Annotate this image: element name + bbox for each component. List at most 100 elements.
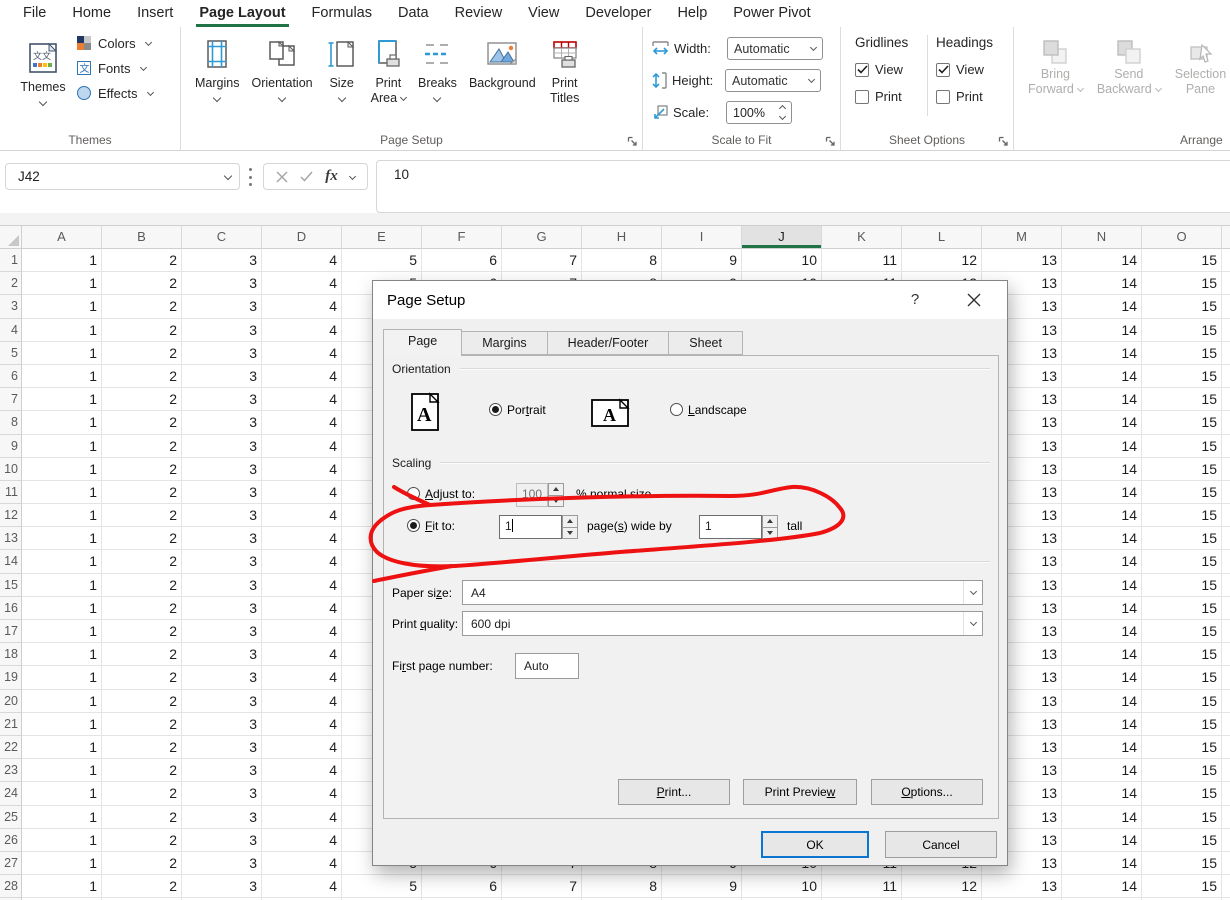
- grid-cell[interactable]: [1222, 875, 1230, 898]
- margins-button[interactable]: Margins: [189, 29, 245, 129]
- first-page-number-input[interactable]: Auto: [515, 653, 579, 679]
- grid-cell[interactable]: 4: [262, 504, 342, 527]
- grid-cell[interactable]: 2: [102, 249, 182, 272]
- grid-cell[interactable]: 1: [22, 550, 102, 573]
- grid-cell[interactable]: 4: [262, 829, 342, 852]
- grid-cell[interactable]: [1222, 574, 1230, 597]
- grid-cell[interactable]: 3: [182, 295, 262, 318]
- row-header[interactable]: 19: [0, 666, 22, 689]
- row-header[interactable]: 6: [0, 365, 22, 388]
- grid-cell[interactable]: [1222, 666, 1230, 689]
- grid-cell[interactable]: 10: [742, 249, 822, 272]
- grid-cell[interactable]: 4: [262, 295, 342, 318]
- row-header[interactable]: 20: [0, 690, 22, 713]
- grid-cell[interactable]: [1222, 319, 1230, 342]
- print-titles-button[interactable]: Print Titles: [542, 29, 588, 129]
- insert-function-icon[interactable]: fx: [325, 168, 338, 185]
- column-header[interactable]: C: [182, 226, 262, 249]
- grid-cell[interactable]: 15: [1142, 481, 1222, 504]
- grid-cell[interactable]: 14: [1062, 597, 1142, 620]
- column-header[interactable]: F: [422, 226, 502, 249]
- row-header[interactable]: 15: [0, 574, 22, 597]
- grid-cell[interactable]: 11: [822, 875, 902, 898]
- grid-cell[interactable]: 15: [1142, 829, 1222, 852]
- grid-cell[interactable]: [1222, 435, 1230, 458]
- grid-cell[interactable]: 15: [1142, 319, 1222, 342]
- grid-cell[interactable]: 14: [1062, 690, 1142, 713]
- grid-cell[interactable]: 3: [182, 249, 262, 272]
- column-header[interactable]: H: [582, 226, 662, 249]
- column-header[interactable]: O: [1142, 226, 1222, 249]
- row-header[interactable]: 1: [0, 249, 22, 272]
- ribbon-tab-data[interactable]: Data: [385, 0, 442, 27]
- grid-cell[interactable]: 4: [262, 411, 342, 434]
- fit-tall-spinner[interactable]: [762, 515, 778, 539]
- grid-cell[interactable]: 4: [262, 342, 342, 365]
- grid-cell[interactable]: 4: [262, 458, 342, 481]
- grid-cell[interactable]: 4: [262, 527, 342, 550]
- grid-cell[interactable]: 14: [1062, 249, 1142, 272]
- row-header[interactable]: 22: [0, 736, 22, 759]
- grid-cell[interactable]: 1: [22, 713, 102, 736]
- grid-cell[interactable]: 14: [1062, 527, 1142, 550]
- ok-button[interactable]: OK: [761, 831, 869, 858]
- grid-cell[interactable]: 4: [262, 388, 342, 411]
- grid-cell[interactable]: 14: [1062, 620, 1142, 643]
- grid-cell[interactable]: 6: [422, 249, 502, 272]
- grid-cell[interactable]: 15: [1142, 666, 1222, 689]
- grid-cell[interactable]: 14: [1062, 875, 1142, 898]
- row-header[interactable]: 23: [0, 759, 22, 782]
- grid-cell[interactable]: [1222, 736, 1230, 759]
- grid-cell[interactable]: 15: [1142, 365, 1222, 388]
- column-header[interactable]: D: [262, 226, 342, 249]
- grid-cell[interactable]: 4: [262, 272, 342, 295]
- grid-cell[interactable]: 1: [22, 829, 102, 852]
- row-header[interactable]: 12: [0, 504, 22, 527]
- grid-cell[interactable]: 3: [182, 481, 262, 504]
- grid-cell[interactable]: 3: [182, 620, 262, 643]
- ribbon-tab-formulas[interactable]: Formulas: [299, 0, 385, 27]
- grid-cell[interactable]: 3: [182, 852, 262, 875]
- grid-cell[interactable]: 2: [102, 597, 182, 620]
- ribbon-tab-page-layout[interactable]: Page Layout: [186, 0, 298, 27]
- column-header[interactable]: J: [742, 226, 822, 249]
- grid-cell[interactable]: 4: [262, 597, 342, 620]
- grid-cell[interactable]: 8: [582, 249, 662, 272]
- grid-cell[interactable]: 7: [502, 249, 582, 272]
- enter-entry-icon[interactable]: [300, 171, 313, 182]
- sheet-options-dialog-launcher[interactable]: [996, 134, 1010, 148]
- grid-cell[interactable]: 4: [262, 782, 342, 805]
- grid-cell[interactable]: 14: [1062, 365, 1142, 388]
- grid-cell[interactable]: [1222, 852, 1230, 875]
- grid-cell[interactable]: 1: [22, 504, 102, 527]
- grid-cell[interactable]: 1: [22, 852, 102, 875]
- gridlines-print-checkbox[interactable]: Print: [855, 89, 927, 104]
- grid-cell[interactable]: 3: [182, 342, 262, 365]
- grid-cell[interactable]: 4: [262, 620, 342, 643]
- grid-cell[interactable]: 2: [102, 295, 182, 318]
- help-button[interactable]: ?: [903, 289, 927, 311]
- grid-cell[interactable]: 14: [1062, 342, 1142, 365]
- name-box[interactable]: J42: [5, 163, 240, 190]
- grid-cell[interactable]: 14: [1062, 713, 1142, 736]
- grid-cell[interactable]: 4: [262, 736, 342, 759]
- grid-cell[interactable]: 3: [182, 388, 262, 411]
- width-combo[interactable]: Automatic: [727, 37, 823, 60]
- dialog-tab-page[interactable]: Page: [383, 329, 462, 356]
- grid-cell[interactable]: 14: [1062, 388, 1142, 411]
- column-header[interactable]: I: [662, 226, 742, 249]
- dialog-tab-header-footer[interactable]: Header/Footer: [548, 331, 670, 355]
- grid-cell[interactable]: [1222, 620, 1230, 643]
- grid-cell[interactable]: 2: [102, 713, 182, 736]
- height-combo[interactable]: Automatic: [725, 69, 821, 92]
- grid-cell[interactable]: 1: [22, 435, 102, 458]
- grid-cell[interactable]: 1: [22, 527, 102, 550]
- row-header[interactable]: 16: [0, 597, 22, 620]
- grid-cell[interactable]: [1222, 272, 1230, 295]
- row-header[interactable]: 18: [0, 643, 22, 666]
- grid-cell[interactable]: 4: [262, 713, 342, 736]
- print-preview-button[interactable]: Print Preview: [743, 779, 857, 805]
- headings-view-checkbox[interactable]: View: [936, 62, 1007, 77]
- grid-cell[interactable]: 15: [1142, 388, 1222, 411]
- grid-cell[interactable]: 5: [342, 249, 422, 272]
